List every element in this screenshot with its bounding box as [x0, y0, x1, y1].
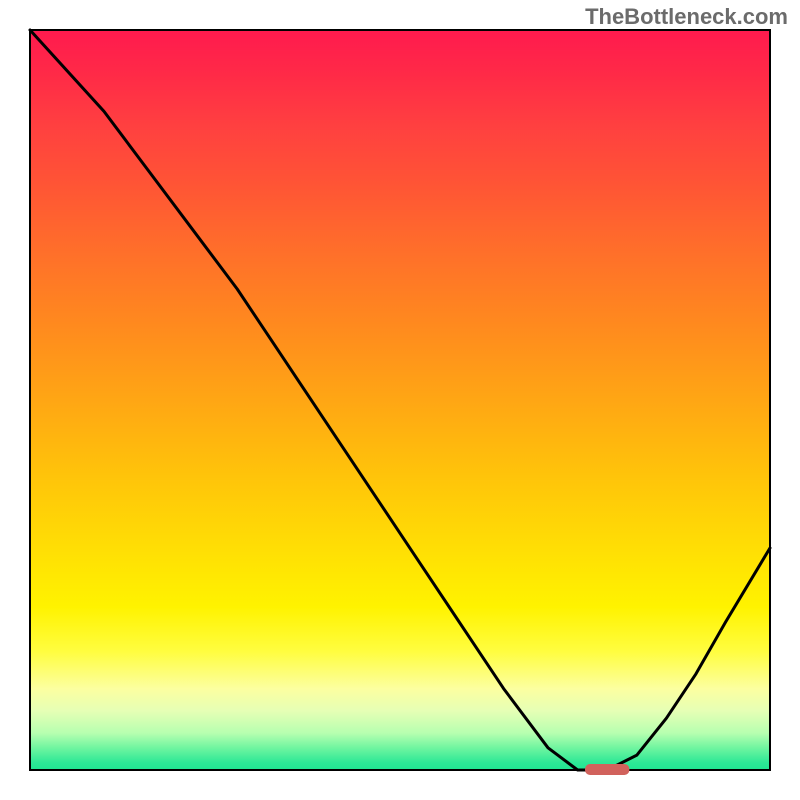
chart-stage: TheBottleneck.com — [0, 0, 800, 800]
gradient-plot-area — [30, 30, 770, 770]
watermark-text: TheBottleneck.com — [585, 4, 788, 30]
